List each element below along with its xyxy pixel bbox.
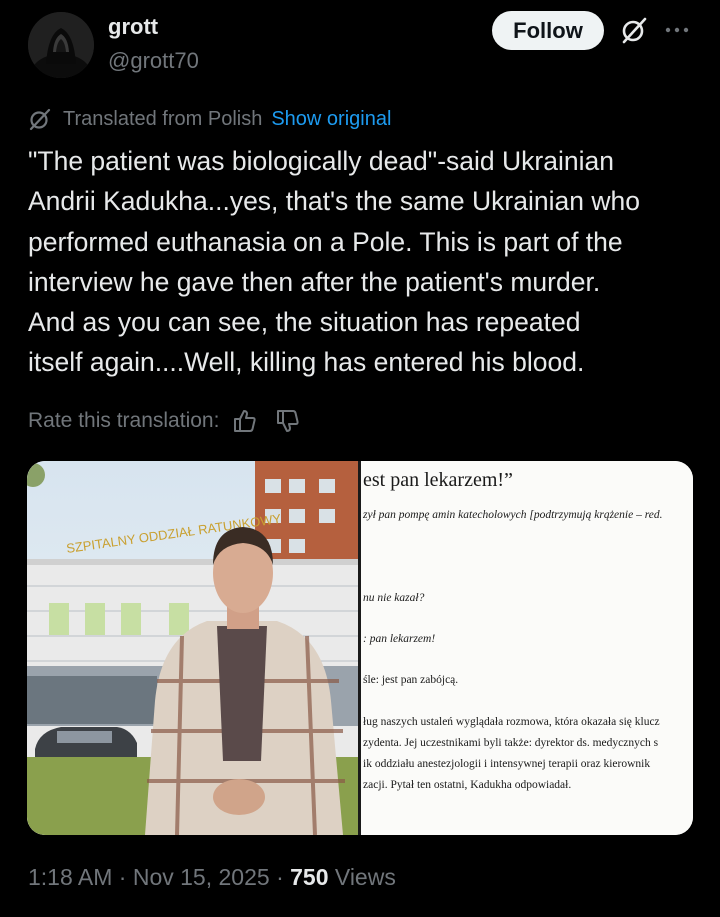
- tweet-line: performed euthanasia on a Pole. This is …: [28, 226, 623, 257]
- tweet-text: "The patient was biologically dead"-said…: [28, 141, 708, 383]
- document-paragraph-line: ług naszych ustaleń wyglądała rozmowa, k…: [363, 716, 660, 728]
- hospital-photo: SZPITALNY ODDZIAŁ RATUNKOWY: [27, 461, 360, 835]
- display-name[interactable]: grott: [108, 14, 158, 40]
- document-line: nu nie kazał?: [363, 592, 425, 604]
- rate-translation: Rate this translation:: [28, 406, 301, 436]
- post-date[interactable]: Nov 15, 2025: [133, 864, 270, 890]
- follow-button[interactable]: Follow: [492, 11, 604, 50]
- document-line: : pan lekarzem!: [363, 633, 436, 645]
- avatar-image: [28, 12, 94, 78]
- views-count: 750: [290, 864, 329, 890]
- document-line: zył pan pompę amin katecholowych [podtrz…: [363, 509, 663, 521]
- tweet-line: And as you can see, the situation has re…: [28, 307, 581, 338]
- document-paragraph-line: zydenta. Jej uczestnikami byli także: dy…: [363, 737, 659, 749]
- tweet-line: Andrii Kadukha...yes, that's the same Uk…: [28, 186, 640, 217]
- post-meta: 1:18 AM · Nov 15, 2025 · 750 Views: [28, 864, 396, 891]
- avatar[interactable]: [28, 12, 94, 78]
- article-scan[interactable]: est pan lekarzem!” zył pan pompę amin ka…: [361, 461, 693, 835]
- document-paragraph-line: zacji. Pytał ten ostatni, Kadukha odpowi…: [363, 779, 572, 791]
- show-original-link[interactable]: Show original: [271, 108, 391, 131]
- document-paragraph-line: ik oddziału anestezjologii i intensywnej…: [363, 758, 651, 770]
- user-handle[interactable]: @grott70: [108, 48, 199, 74]
- document-heading: est pan lekarzem!”: [363, 469, 513, 491]
- post-time[interactable]: 1:18 AM: [28, 864, 112, 890]
- translation-notice: Translated from Polish Show original: [28, 106, 391, 132]
- grok-translate-icon: [29, 108, 51, 131]
- rate-translation-label: Rate this translation:: [28, 409, 220, 432]
- grok-icon[interactable]: [620, 16, 648, 44]
- separator-dot: ·: [118, 864, 133, 890]
- video-still[interactable]: SZPITALNY ODDZIAŁ RATUNKOWY: [27, 461, 360, 835]
- separator-dot: ·: [276, 864, 291, 890]
- tweet-line: interview he gave then after the patient…: [28, 266, 601, 297]
- document-line: śle: jest pan zabójcą.: [363, 674, 459, 686]
- media-attachment[interactable]: SZPITALNY ODDZIAŁ RATUNKOWY est pan leka…: [27, 461, 693, 835]
- thumbs-up-icon[interactable]: [232, 408, 258, 434]
- tweet-line: "The patient was biologically dead"-said…: [28, 146, 614, 176]
- more-icon[interactable]: [664, 22, 690, 38]
- views-label: Views: [334, 864, 396, 890]
- thumbs-down-icon[interactable]: [275, 408, 301, 434]
- tweet-line: itself again....Well, killing has entere…: [28, 347, 585, 378]
- translated-from-label: Translated from Polish: [63, 107, 263, 130]
